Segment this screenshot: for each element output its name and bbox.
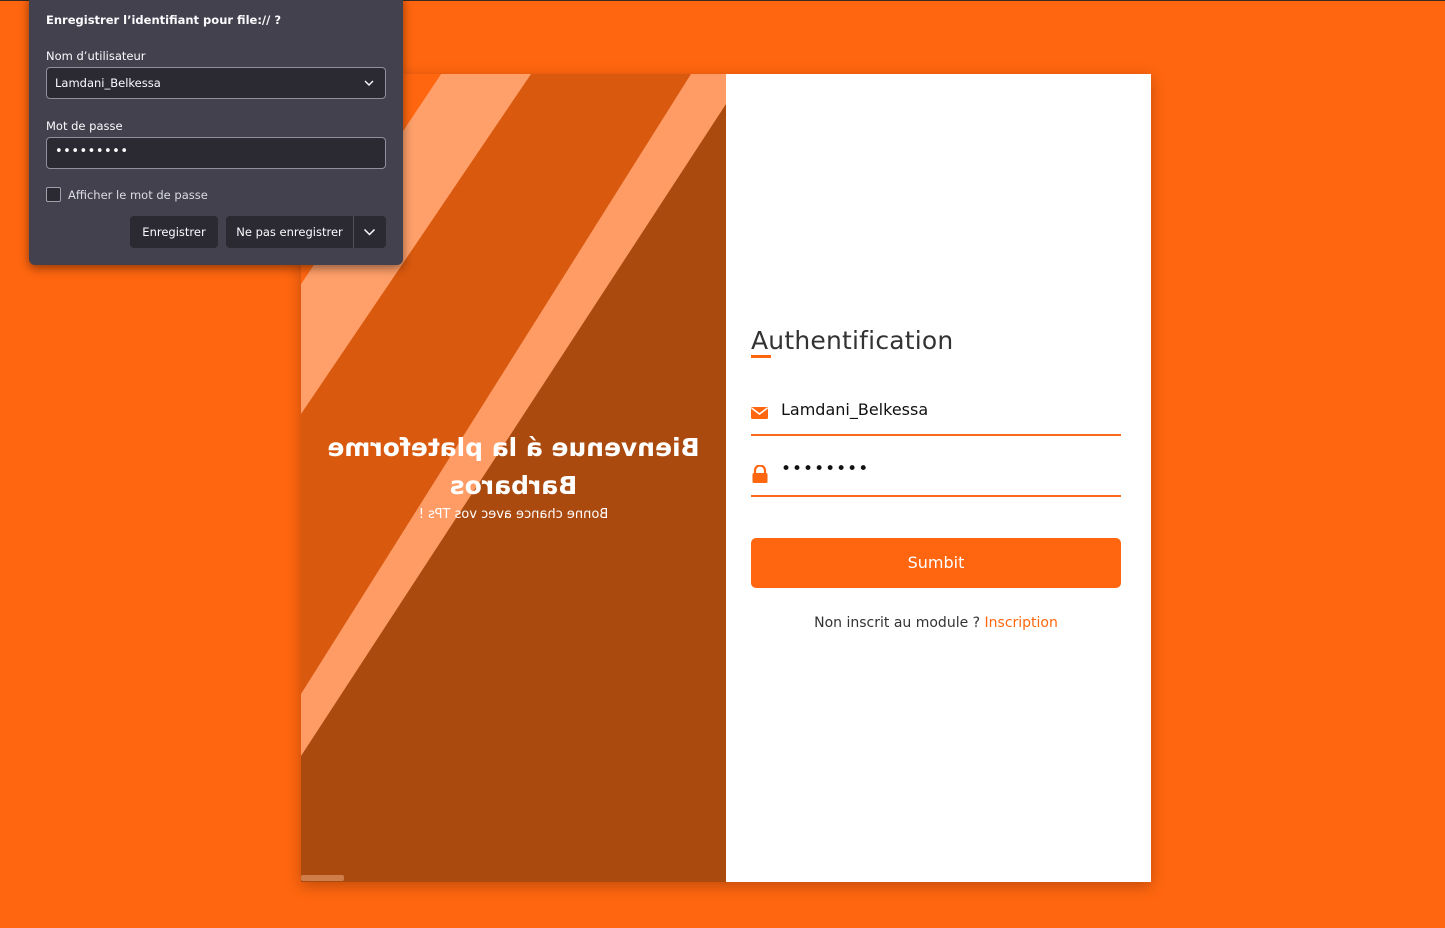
show-password-checkbox[interactable] <box>46 187 61 202</box>
password-field[interactable]: •••••••• <box>751 455 1121 497</box>
popup-title: Enregistrer l’identifiant pour file:// ? <box>46 13 281 27</box>
password-input[interactable]: •••••••• <box>781 459 869 479</box>
signup-row: Non inscrit au module ? Inscription <box>726 615 1146 631</box>
show-password-label[interactable]: Afficher le mot de passe <box>68 188 208 202</box>
popup-password-value: ••••••••• <box>55 144 129 159</box>
more-options-button[interactable] <box>353 216 386 248</box>
title-underline <box>751 355 771 358</box>
welcome-heading-1: Bienvenue á la plateforme <box>327 433 700 462</box>
welcome-heading-2: Barbaros <box>449 471 578 500</box>
submit-button[interactable]: Sumbit <box>751 538 1121 588</box>
signup-prompt: Non inscrit au module ? <box>814 615 981 631</box>
envelope-icon <box>751 407 768 419</box>
username-field[interactable]: Lamdani_Belkessa <box>751 394 1121 436</box>
popup-username-value: Lamdani_Belkessa <box>55 76 161 90</box>
chevron-down-icon <box>364 80 374 86</box>
username-input[interactable]: Lamdani_Belkessa <box>781 400 928 419</box>
popup-password-input[interactable]: ••••••••• <box>46 137 386 169</box>
signup-link[interactable]: Inscription <box>985 615 1058 631</box>
login-card: Bienvenue á la plateforme Barbaros Bonne… <box>301 74 1151 882</box>
auth-panel: Authentification Lamdani_Belkessa ••••••… <box>726 74 1151 882</box>
image-credit <box>301 875 344 881</box>
lock-icon <box>752 465 768 483</box>
chevron-down-icon <box>363 228 376 236</box>
password-label: Mot de passe <box>46 119 123 133</box>
welcome-subtitle: Bonne chance avec vos TPs ! <box>418 507 609 522</box>
welcome-text: Bienvenue á la plateforme Barbaros Bonne… <box>301 429 726 522</box>
save-login-popup: Enregistrer l’identifiant pour file:// ?… <box>29 0 403 265</box>
popup-username-select[interactable]: Lamdani_Belkessa <box>46 67 386 99</box>
save-button[interactable]: Enregistrer <box>130 216 218 248</box>
username-label: Nom d’utilisateur <box>46 49 146 63</box>
dont-save-button[interactable]: Ne pas enregistrer <box>226 216 353 248</box>
auth-title: Authentification <box>751 326 954 355</box>
